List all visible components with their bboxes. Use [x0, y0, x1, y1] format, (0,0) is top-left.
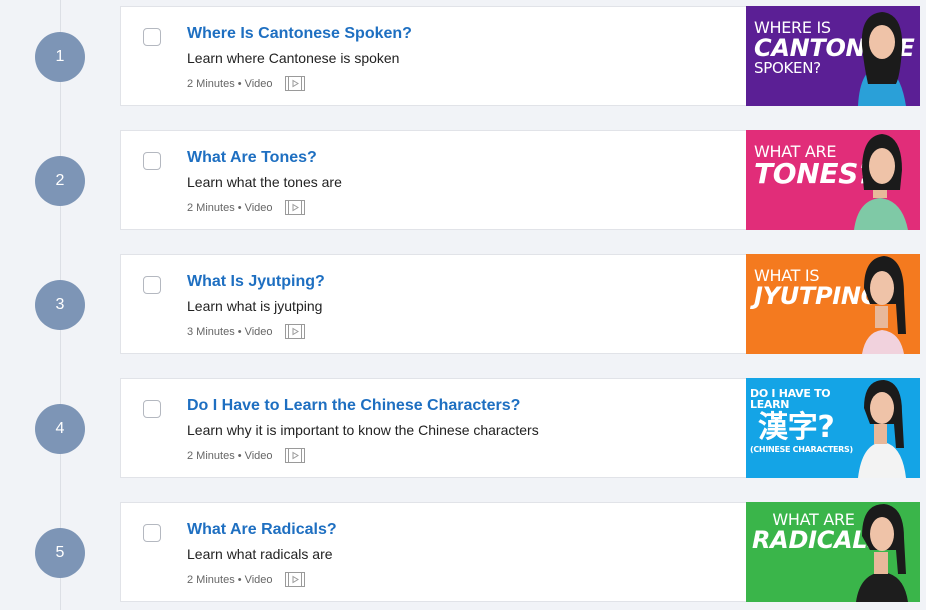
lesson-meta: 2 Minutes • Video [187, 572, 305, 587]
lesson-description: Learn what is jyutping [187, 298, 323, 314]
film-strip-icon [284, 324, 305, 339]
lesson-duration: 2 Minutes [187, 573, 235, 586]
lesson-thumbnail[interactable]: WHAT ARE TONES? [746, 130, 920, 230]
lesson-title-link[interactable]: What Are Radicals? [187, 521, 337, 539]
lesson-description: Learn what radicals are [187, 546, 333, 562]
presenter-portrait-icon [858, 380, 906, 478]
meta-separator: • [237, 573, 242, 586]
lesson-thumbnail[interactable]: WHAT ARE RADICALS [746, 502, 920, 602]
lesson-number-badge: 4 [35, 404, 85, 454]
lesson-duration: 2 Minutes [187, 201, 235, 214]
lesson-title-link[interactable]: Where Is Cantonese Spoken? [187, 25, 412, 43]
presenter-portrait-icon [862, 256, 906, 354]
lesson-meta: 2 Minutes • Video [187, 76, 305, 91]
film-strip-icon [284, 200, 305, 215]
lesson-duration: 2 Minutes [187, 77, 235, 90]
lesson-complete-checkbox[interactable] [143, 28, 161, 46]
lesson-card[interactable]: What Are Radicals? Learn what radicals a… [120, 502, 920, 602]
film-strip-icon [284, 572, 305, 587]
meta-separator: • [237, 77, 242, 90]
lesson-description: Learn what the tones are [187, 174, 342, 190]
lesson-title-link[interactable]: What Are Tones? [187, 149, 317, 167]
lesson-thumbnail[interactable]: DO I HAVE TO LEARN 漢字? (CHINESE CHARACTE… [746, 378, 920, 478]
lesson-item: 3 What Is Jyutping? Learn what is jyutpi… [0, 254, 926, 354]
lesson-number-badge: 2 [35, 156, 85, 206]
meta-separator: • [237, 201, 242, 214]
lesson-thumbnail[interactable]: WHAT IS JYUTPING? [746, 254, 920, 354]
meta-separator: • [237, 449, 242, 462]
lesson-card[interactable]: Do I Have to Learn the Chinese Character… [120, 378, 920, 478]
lesson-item: 5 What Are Radicals? Learn what radicals… [0, 502, 926, 602]
lesson-thumbnail[interactable]: WHERE IS CANTONESE SPOKEN? [746, 6, 920, 106]
lesson-meta: 3 Minutes • Video [187, 324, 305, 339]
lesson-item: 4 Do I Have to Learn the Chinese Charact… [0, 378, 926, 478]
lesson-number-badge: 3 [35, 280, 85, 330]
lesson-card[interactable]: What Is Jyutping? Learn what is jyutping… [120, 254, 920, 354]
lesson-complete-checkbox[interactable] [143, 524, 161, 542]
lesson-type: Video [244, 449, 273, 462]
lesson-type: Video [244, 77, 273, 90]
lesson-title-link[interactable]: What Is Jyutping? [187, 273, 325, 291]
lesson-item: 1 Where Is Cantonese Spoken? Learn where… [0, 6, 926, 106]
lesson-number-badge: 5 [35, 528, 85, 578]
film-strip-icon [284, 448, 305, 463]
lesson-description: Learn where Cantonese is spoken [187, 50, 400, 66]
lesson-number-badge: 1 [35, 32, 85, 82]
lesson-complete-checkbox[interactable] [143, 276, 161, 294]
lesson-duration: 3 Minutes [187, 325, 235, 338]
lesson-duration: 2 Minutes [187, 449, 235, 462]
lesson-description: Learn why it is important to know the Ch… [187, 422, 539, 438]
lesson-complete-checkbox[interactable] [143, 400, 161, 418]
meta-separator: • [237, 325, 242, 338]
film-strip-icon [284, 76, 305, 91]
lesson-type: Video [244, 201, 273, 214]
lesson-card[interactable]: What Are Tones? Learn what the tones are… [120, 130, 920, 230]
presenter-portrait-icon [854, 134, 908, 230]
lesson-type: Video [244, 325, 273, 338]
lesson-type: Video [244, 573, 273, 586]
lesson-item: 2 What Are Tones? Learn what the tones a… [0, 130, 926, 230]
lesson-title-link[interactable]: Do I Have to Learn the Chinese Character… [187, 397, 520, 415]
presenter-portrait-icon [856, 504, 908, 602]
lesson-meta: 2 Minutes • Video [187, 200, 305, 215]
lesson-meta: 2 Minutes • Video [187, 448, 305, 463]
lesson-card[interactable]: Where Is Cantonese Spoken? Learn where C… [120, 6, 920, 106]
lesson-complete-checkbox[interactable] [143, 152, 161, 170]
presenter-portrait-icon [858, 12, 906, 106]
